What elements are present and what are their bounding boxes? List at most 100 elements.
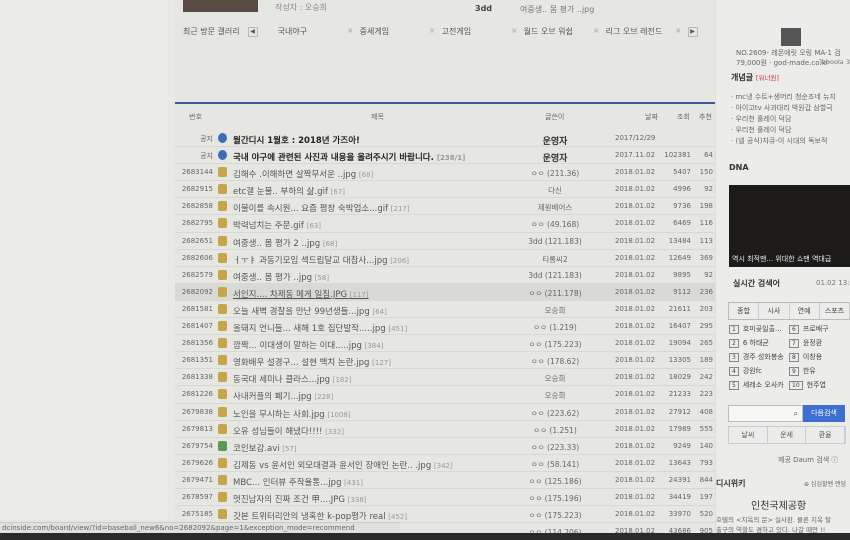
- post-title-link[interactable]: ㅓㅜㅑ 과동기모임 섹드립달교 대참사...jpg [206]: [233, 254, 409, 266]
- post-title[interactable]: MBC... 인터뷰 주작율통...jpg: [233, 478, 341, 488]
- post-title-link[interactable]: 월간디시 1월호 : 2018년 가즈아!: [233, 134, 360, 146]
- comment-count[interactable]: [228]: [314, 393, 333, 401]
- post-title[interactable]: 박력넘치는 주문.gif: [233, 221, 304, 231]
- table-row[interactable]: 2679754 코인보감.avi [57] ㅇㅇ (223.33) 2018.0…: [175, 438, 715, 455]
- post-title[interactable]: ㅓㅜㅑ 과동기모임 섹드립달교 대참사...jpg: [233, 256, 388, 266]
- keyword-item[interactable]: 4 강원fc: [729, 366, 789, 376]
- post-title[interactable]: 멋진남자의 진짜 조건 甲....JPG: [233, 495, 345, 505]
- gallery-name[interactable]: 국내야구: [278, 26, 307, 37]
- post-title-link[interactable]: 노인을 무시하는 사회.jpg [1008]: [233, 408, 351, 420]
- post-writer[interactable]: ㅇㅇ (178.62): [515, 356, 595, 367]
- post-writer[interactable]: ㅇㅇ (211.178): [515, 288, 595, 299]
- comment-count[interactable]: [384]: [365, 342, 384, 350]
- comment-count[interactable]: [342]: [434, 462, 453, 470]
- table-row[interactable]: 2682651 여중생.. 몸 평가 2 ..jpg [68] 3dd (121…: [175, 233, 715, 250]
- concept-item[interactable]: · 아이고tv 사과대리 박원갑 삼할극: [731, 103, 836, 114]
- keyword-item[interactable]: 3 경주 성화봉송: [729, 352, 789, 362]
- daum-search-button[interactable]: 다음검색: [803, 405, 845, 422]
- keyword-text[interactable]: 현주엽: [807, 381, 826, 389]
- close-icon[interactable]: ×: [429, 26, 436, 37]
- comment-count[interactable]: [68]: [359, 171, 373, 179]
- keyword-item[interactable]: 10 현주엽: [789, 380, 849, 390]
- post-title[interactable]: 올돼지 언니들... 새해 1호 집단발작.....jpg: [233, 324, 386, 334]
- post-title[interactable]: 노인을 무시하는 사회.jpg: [233, 410, 325, 420]
- post-title[interactable]: 코인보감.avi: [233, 444, 280, 454]
- comment-count[interactable]: [117]: [350, 291, 369, 299]
- concept-sub[interactable]: [워너원]: [756, 74, 779, 82]
- comment-count[interactable]: [58]: [315, 274, 329, 282]
- post-writer[interactable]: ㅇㅇ (223.33): [515, 442, 595, 453]
- post-writer[interactable]: 운영자: [515, 151, 595, 164]
- post-title-link[interactable]: 여중생.. 몸 평가 ..jpg [58]: [233, 271, 329, 283]
- post-writer[interactable]: ㅇㅇ (211.36): [515, 168, 595, 179]
- post-title[interactable]: 영화배우 설경구... 설현 백치 논란.jpg: [233, 358, 369, 368]
- comment-count[interactable]: [64]: [372, 308, 386, 316]
- post-title-link[interactable]: 갓본 트위터리안의 냉혹한 k-pop평가 real [452]: [233, 510, 407, 522]
- next-arrow-icon[interactable]: ▶: [687, 26, 698, 37]
- wiki-article-title[interactable]: 인천국제공항: [751, 497, 806, 512]
- post-title[interactable]: 갓본 트위터리안의 냉혹한 k-pop평가 real: [233, 512, 386, 522]
- post-title-link[interactable]: MBC... 인터뷰 주작율통...jpg [431]: [233, 476, 363, 488]
- post-title-link[interactable]: 이불이를 속시원... 요즘 평창 숙박업소...gif [217]: [233, 202, 410, 214]
- table-row[interactable]: 2678597 멋진남자의 진짜 조건 甲....JPG [338] ㅇㅇ (1…: [175, 489, 715, 507]
- table-row[interactable]: 2682579 여중생.. 몸 평가 ..jpg [58] 3dd (121.1…: [175, 267, 715, 284]
- post-title-link[interactable]: 멋진남자의 진짜 조건 甲....JPG [338]: [233, 493, 367, 505]
- recent-post-link[interactable]: 여중생.. 몸 평가 ..jpg: [520, 4, 594, 15]
- post-title[interactable]: 여중생.. 몸 평가 2 ..jpg: [233, 239, 320, 249]
- gallery-name[interactable]: 고전게임: [442, 26, 471, 37]
- comment-count[interactable]: [332]: [325, 428, 344, 436]
- table-row[interactable]: 2681356 깜짝... 이대생이 말하는 이대.....jpg [384] …: [175, 335, 715, 353]
- close-icon[interactable]: ×: [593, 26, 600, 37]
- gallery-name[interactable]: 리그 오브 레전드: [606, 26, 663, 37]
- post-title[interactable]: 사내커플의 폐기...jpg: [233, 392, 312, 402]
- comment-count[interactable]: [67]: [331, 188, 345, 196]
- keyword-text[interactable]: 경주 성화봉송: [743, 353, 784, 361]
- table-row[interactable]: 2681581 오늘 새벽 경찰을 만난 99년생들...jpg [64] 오승…: [175, 301, 715, 319]
- post-writer[interactable]: ㅇㅇ (175.196): [515, 493, 595, 504]
- table-row[interactable]: 2679838 노인을 무시하는 사회.jpg [1008] ㅇㅇ (223.6…: [175, 404, 715, 421]
- tab-all[interactable]: 종합: [729, 303, 760, 319]
- tab-sports[interactable]: 스포츠: [820, 303, 850, 319]
- gallery-name[interactable]: 월드 오브 워쉽: [524, 26, 573, 37]
- post-title[interactable]: 오유 성님들이 해냈다!!!!: [233, 427, 322, 437]
- comment-count[interactable]: [452]: [388, 513, 407, 521]
- video-thumbnail[interactable]: 역시 최적맨... 위대한 쇼맨 역대급: [729, 185, 850, 267]
- keyword-text[interactable]: 이창용: [803, 353, 822, 361]
- keyword-text[interactable]: 6 하태균: [743, 339, 769, 347]
- keyword-text[interactable]: 한유: [803, 367, 816, 375]
- post-title-link[interactable]: 오유 성님들이 해냈다!!!! [332]: [233, 425, 344, 437]
- taboola-label[interactable]: Taboola 3: [819, 58, 850, 66]
- comment-count[interactable]: [127]: [372, 359, 391, 367]
- post-title[interactable]: 김제동 vs 윤서인 외모대결과 윤서인 장애인 논란.. .jpg: [233, 461, 431, 471]
- post-title-link[interactable]: 동국대 세미나 클라스...jpg [182]: [233, 373, 352, 385]
- table-row[interactable]: 2679626 김제동 vs 윤서인 외모대결과 윤서인 장애인 논란.. .j…: [175, 455, 715, 472]
- search-icon[interactable]: ⌕: [794, 409, 798, 419]
- keyword-item[interactable]: 7 윤정환: [789, 338, 849, 348]
- post-title-link[interactable]: etc갤 눈물.. 부하의 삶.gif [67]: [233, 185, 345, 197]
- post-title-link[interactable]: 서인지.... 차제동 메게 일침.JPG [117]: [233, 288, 369, 300]
- post-title[interactable]: etc갤 눈물.. 부하의 삶.gif: [233, 187, 328, 197]
- keyword-item[interactable]: 5 세레소 오사카: [729, 380, 789, 390]
- close-icon[interactable]: ×: [675, 26, 682, 37]
- gallery-tab[interactable]: 고전게임 ×: [442, 26, 524, 37]
- table-row[interactable]: 2682915 etc갤 눈물.. 부하의 삶.gif [67] 다신 2018…: [175, 181, 715, 199]
- post-title-link[interactable]: 사내커플의 폐기...jpg [228]: [233, 390, 333, 402]
- post-writer[interactable]: 다신: [515, 185, 595, 196]
- close-icon[interactable]: ×: [511, 26, 518, 37]
- gallery-tab[interactable]: 월드 오브 워쉽 ×: [524, 26, 606, 37]
- comment-count[interactable]: [238/1]: [437, 154, 465, 162]
- keyword-text[interactable]: 호미곶일출...: [743, 325, 782, 333]
- post-writer[interactable]: ㅇㅇ (175.223): [515, 339, 595, 350]
- post-writer[interactable]: ㅇㅇ (49.168): [515, 219, 595, 230]
- table-row[interactable]: 2681338 동국대 세미나 클라스...jpg [182] 오승희 2018…: [175, 369, 715, 387]
- table-row[interactable]: 2683144 김해수 .이해하면 살짝무서운 ..jpg [68] ㅇㅇ (2…: [175, 164, 715, 182]
- post-title[interactable]: 동국대 세미나 클라스...jpg: [233, 375, 330, 385]
- comment-count[interactable]: [1008]: [327, 411, 350, 419]
- keyword-item[interactable]: 2 6 하태균: [729, 338, 789, 348]
- post-writer[interactable]: 3dd (121.183): [515, 271, 595, 280]
- search-input[interactable]: ⌕: [728, 405, 803, 422]
- table-row[interactable]: 2682795 박력넘치는 주문.gif [63] ㅇㅇ (49.168) 20…: [175, 215, 715, 233]
- keyword-item[interactable]: 9 한유: [789, 366, 849, 376]
- post-title-link[interactable]: 김해수 .이해하면 살짝무서운 ..jpg [68]: [233, 168, 373, 180]
- concept-item[interactable]: · mc냉 수트+생머리 청순조네 뉴지: [731, 92, 836, 103]
